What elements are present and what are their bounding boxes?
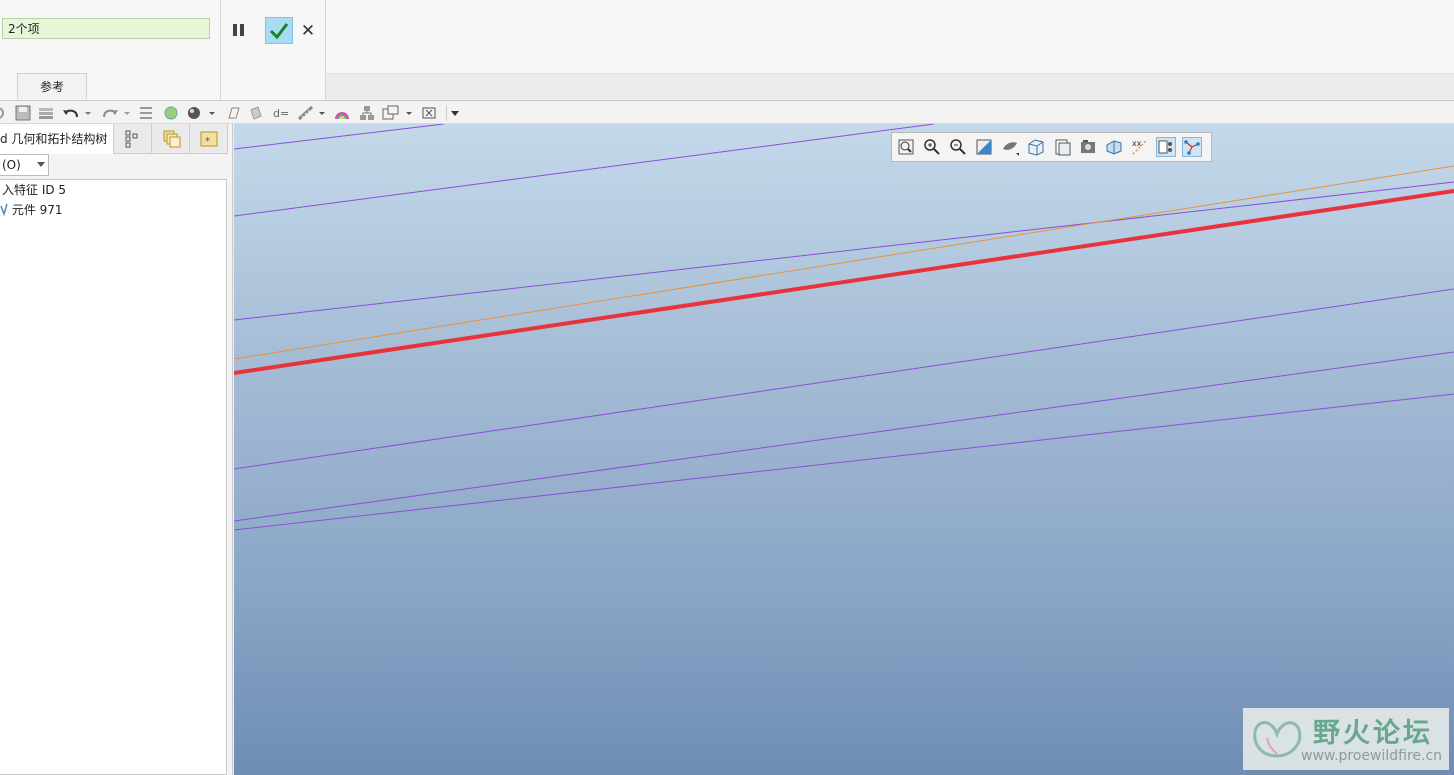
windows-icon[interactable] (38, 105, 54, 121)
dashboard-tab-strip (326, 73, 1454, 101)
construction-curve[interactable] (234, 288, 1454, 470)
close-icon: ✕ (300, 21, 316, 41)
layers-tab[interactable] (152, 124, 190, 154)
render-icon[interactable] (333, 105, 351, 121)
butterfly-logo-icon (1253, 721, 1302, 758)
window-icon[interactable] (382, 105, 400, 121)
cancel-button[interactable]: ✕ (298, 20, 318, 42)
watermark-title: 野火论坛 (1313, 718, 1433, 749)
display-style-icon[interactable] (1000, 137, 1020, 157)
construction-curve[interactable] (234, 124, 445, 150)
reference-curve (234, 165, 1454, 360)
graphics-window[interactable] (234, 124, 1454, 775)
tree-item-label: 元件 971 (11, 203, 63, 217)
shading-dropdown-icon[interactable] (208, 105, 216, 121)
construction-curve[interactable] (234, 351, 1454, 522)
construction-curve[interactable] (234, 393, 1454, 531)
regen-manager-icon[interactable] (138, 105, 154, 121)
dashboard-controls (221, 0, 326, 100)
filter-label: (O) (2, 158, 21, 172)
tree-item-feature[interactable]: 入特征 ID 5 (2, 180, 66, 200)
redo-icon[interactable] (101, 105, 119, 121)
model-tree-icon[interactable] (359, 105, 375, 121)
tree-item-component[interactable]: 元件 971 (0, 200, 63, 220)
view-manager-icon[interactable] (1052, 137, 1072, 157)
svg-text:*: * (205, 136, 210, 147)
tree-settings-tab[interactable] (114, 124, 152, 154)
chevron-down-icon (37, 162, 45, 167)
tree-list: 入特征 ID 5 元件 971 (0, 179, 227, 775)
refit-icon[interactable] (896, 137, 916, 157)
tab-label: d 几何和拓扑结构树 (0, 132, 108, 146)
folder-tab[interactable]: * (190, 124, 228, 154)
datum-display-icon[interactable]: xx (1130, 137, 1150, 157)
cable-display-icon[interactable] (1182, 137, 1202, 157)
tree-settings-icon (125, 130, 138, 148)
customize-icon[interactable] (446, 105, 463, 121)
quick-access-toolbar: d= (0, 100, 1454, 124)
annotation-display-icon[interactable] (1156, 137, 1176, 157)
measure-icon[interactable] (297, 105, 315, 121)
zoom-in-icon[interactable] (922, 137, 942, 157)
dashboard-left-panel: 2个项 参考 (0, 0, 221, 100)
tree-filter-select[interactable]: (O) (0, 154, 49, 176)
dimension-icon[interactable]: d= (272, 105, 290, 121)
pause-icon (233, 24, 237, 36)
regenerate-icon[interactable] (0, 105, 6, 121)
component-icon (0, 203, 8, 217)
undo-icon[interactable] (62, 105, 80, 121)
tab-geometry-topology-tree[interactable]: d 几何和拓扑结构树 (0, 124, 114, 154)
svg-text:xx: xx (1132, 139, 1142, 148)
undo-dropdown-icon[interactable] (84, 105, 92, 121)
construction-curve[interactable] (234, 124, 935, 217)
surface-icon[interactable] (248, 105, 264, 121)
saved-orientations-icon[interactable] (1026, 137, 1046, 157)
redo-dropdown-icon[interactable] (123, 105, 131, 121)
curves-canvas (234, 124, 1454, 531)
checkmark-icon (269, 23, 289, 40)
window-dropdown-icon[interactable] (405, 105, 413, 121)
folder-icon: * (200, 131, 218, 147)
tree-item-label: 入特征 ID 5 (2, 183, 67, 197)
perspective-icon[interactable] (1078, 137, 1098, 157)
graphics-toolbar: xx (891, 132, 1212, 162)
layers-icon (163, 130, 181, 148)
section-icon[interactable] (1104, 137, 1124, 157)
pause-icon-bar (240, 24, 244, 36)
repaint-icon[interactable] (974, 137, 994, 157)
dashboard-empty-area (326, 0, 1454, 73)
pause-button[interactable] (228, 20, 248, 42)
close-window-icon[interactable] (421, 105, 437, 121)
plane-icon[interactable] (225, 105, 241, 121)
save-icon[interactable] (15, 105, 31, 121)
watermark-url: www.proewildfire.cn (1301, 748, 1443, 764)
shading-icon[interactable] (186, 105, 202, 121)
construction-curve[interactable] (234, 181, 1454, 321)
zoom-out-icon[interactable] (948, 137, 968, 157)
appearance-icon[interactable] (163, 105, 179, 121)
ok-button[interactable] (265, 17, 293, 44)
measure-dropdown-icon[interactable] (318, 105, 326, 121)
watermark-logo: 野火论坛 www.proewildfire.cn (1243, 708, 1449, 770)
model-tree-panel: d 几何和拓扑结构树 * (O) 入特征 ID 5 元件 971 (0, 124, 233, 775)
selected-curve-highlight[interactable] (234, 189, 1454, 375)
svg-text:d=: d= (273, 107, 289, 120)
selection-collector[interactable]: 2个项 (2, 18, 210, 39)
tab-references[interactable]: 参考 (17, 73, 87, 99)
